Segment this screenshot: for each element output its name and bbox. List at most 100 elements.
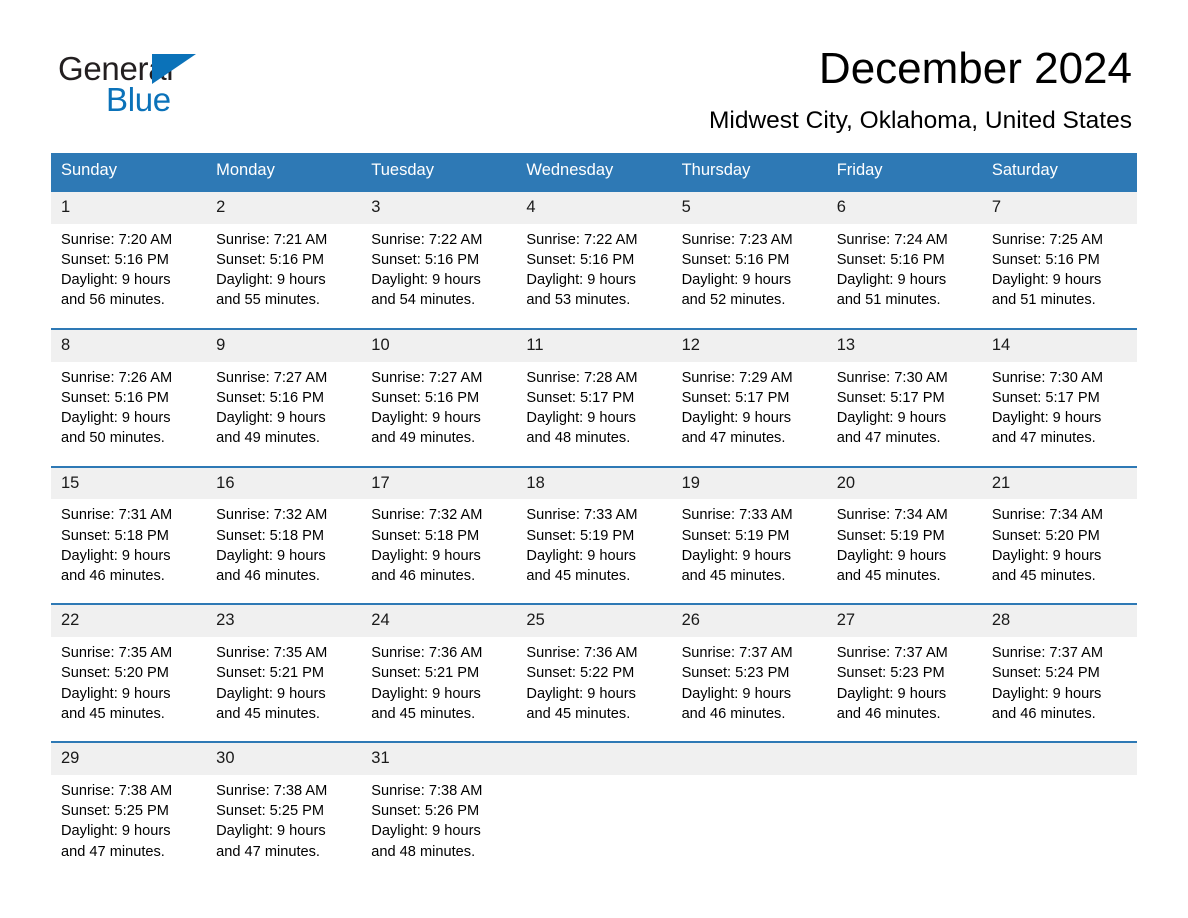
page-header: General Blue December 2024 Midwest City,… bbox=[0, 0, 1188, 135]
day-number[interactable]: 30 bbox=[206, 743, 361, 775]
day-cell[interactable]: Sunrise: 7:20 AM Sunset: 5:16 PM Dayligh… bbox=[51, 224, 206, 328]
day-cell[interactable]: Sunrise: 7:30 AM Sunset: 5:17 PM Dayligh… bbox=[982, 362, 1137, 466]
week-row: 15 16 17 18 19 20 21 Sunrise: 7:31 AM Su… bbox=[51, 465, 1137, 604]
sunrise-text: Sunrise: 7:27 AM bbox=[216, 369, 328, 386]
generalblue-logo[interactable]: General Blue bbox=[58, 46, 208, 116]
day-number[interactable]: 20 bbox=[827, 468, 982, 500]
daylight-text-line2: and 48 minutes. bbox=[526, 430, 631, 447]
sunset-text: Sunset: 5:16 PM bbox=[216, 251, 325, 268]
day-number[interactable]: 7 bbox=[982, 192, 1137, 224]
day-number[interactable]: 14 bbox=[982, 330, 1137, 362]
day-number[interactable]: 17 bbox=[361, 468, 516, 500]
daylight-text-line2: and 51 minutes. bbox=[991, 292, 1096, 309]
day-cell[interactable]: Sunrise: 7:22 AM Sunset: 5:16 PM Dayligh… bbox=[516, 224, 671, 328]
daylight-text-line2: and 46 minutes. bbox=[836, 705, 941, 722]
daylight-text-line1: Daylight: 9 hours bbox=[836, 272, 947, 289]
day-cell[interactable]: Sunrise: 7:32 AM Sunset: 5:18 PM Dayligh… bbox=[361, 499, 516, 603]
sunset-text: Sunset: 5:16 PM bbox=[991, 251, 1100, 268]
sunrise-text: Sunrise: 7:37 AM bbox=[681, 645, 793, 662]
day-cell[interactable]: Sunrise: 7:28 AM Sunset: 5:17 PM Dayligh… bbox=[516, 362, 671, 466]
day-number[interactable]: 23 bbox=[206, 605, 361, 637]
daylight-text-line2: and 51 minutes. bbox=[836, 292, 941, 309]
day-cell[interactable]: Sunrise: 7:38 AM Sunset: 5:25 PM Dayligh… bbox=[206, 775, 361, 879]
sunrise-text: Sunrise: 7:24 AM bbox=[836, 231, 948, 248]
day-cell[interactable]: Sunrise: 7:34 AM Sunset: 5:20 PM Dayligh… bbox=[982, 499, 1137, 603]
day-number[interactable]: 12 bbox=[672, 330, 827, 362]
day-cell[interactable]: Sunrise: 7:38 AM Sunset: 5:25 PM Dayligh… bbox=[51, 775, 206, 879]
day-number[interactable]: 25 bbox=[516, 605, 671, 637]
day-number[interactable]: 2 bbox=[206, 192, 361, 224]
daylight-text-line2: and 45 minutes. bbox=[61, 705, 165, 722]
day-cell[interactable]: Sunrise: 7:36 AM Sunset: 5:22 PM Dayligh… bbox=[516, 637, 671, 741]
day-number[interactable]: 9 bbox=[206, 330, 361, 362]
day-number[interactable]: 6 bbox=[827, 192, 982, 224]
day-number[interactable]: 24 bbox=[361, 605, 516, 637]
day-cell[interactable]: Sunrise: 7:26 AM Sunset: 5:16 PM Dayligh… bbox=[51, 362, 206, 466]
day-cell[interactable]: Sunrise: 7:36 AM Sunset: 5:21 PM Dayligh… bbox=[361, 637, 516, 741]
day-cell[interactable]: Sunrise: 7:33 AM Sunset: 5:19 PM Dayligh… bbox=[516, 499, 671, 603]
day-cell-empty bbox=[672, 775, 827, 879]
day-cell[interactable]: Sunrise: 7:23 AM Sunset: 5:16 PM Dayligh… bbox=[672, 224, 827, 328]
day-cell[interactable]: Sunrise: 7:27 AM Sunset: 5:16 PM Dayligh… bbox=[361, 362, 516, 466]
day-cell[interactable]: Sunrise: 7:37 AM Sunset: 5:23 PM Dayligh… bbox=[827, 637, 982, 741]
daylight-text-line1: Daylight: 9 hours bbox=[681, 272, 792, 289]
day-cell[interactable]: Sunrise: 7:37 AM Sunset: 5:23 PM Dayligh… bbox=[672, 637, 827, 741]
sunset-text: Sunset: 5:17 PM bbox=[836, 389, 945, 406]
day-cell[interactable]: Sunrise: 7:21 AM Sunset: 5:16 PM Dayligh… bbox=[206, 224, 361, 328]
sunrise-text: Sunrise: 7:22 AM bbox=[526, 231, 638, 248]
day-cell[interactable]: Sunrise: 7:31 AM Sunset: 5:18 PM Dayligh… bbox=[51, 499, 206, 603]
day-number[interactable]: 21 bbox=[982, 468, 1137, 500]
sunrise-text: Sunrise: 7:22 AM bbox=[371, 231, 483, 248]
day-number[interactable]: 1 bbox=[51, 192, 206, 224]
daylight-text-line2: and 45 minutes. bbox=[526, 705, 631, 722]
daylight-text-line2: and 47 minutes. bbox=[991, 430, 1096, 447]
sunset-text: Sunset: 5:16 PM bbox=[61, 389, 169, 406]
day-cell[interactable]: Sunrise: 7:30 AM Sunset: 5:17 PM Dayligh… bbox=[827, 362, 982, 466]
day-number[interactable]: 3 bbox=[361, 192, 516, 224]
day-cell[interactable]: Sunrise: 7:25 AM Sunset: 5:16 PM Dayligh… bbox=[982, 224, 1137, 328]
sunset-text: Sunset: 5:16 PM bbox=[836, 251, 945, 268]
day-cell[interactable]: Sunrise: 7:32 AM Sunset: 5:18 PM Dayligh… bbox=[206, 499, 361, 603]
daylight-text-line1: Daylight: 9 hours bbox=[526, 685, 636, 702]
sunset-text: Sunset: 5:21 PM bbox=[216, 665, 325, 682]
day-number[interactable]: 11 bbox=[516, 330, 671, 362]
week-daynum-band: 1 2 3 4 5 6 7 bbox=[51, 191, 1137, 224]
sunrise-text: Sunrise: 7:20 AM bbox=[61, 231, 173, 248]
day-cell[interactable]: Sunrise: 7:29 AM Sunset: 5:17 PM Dayligh… bbox=[672, 362, 827, 466]
day-cell[interactable]: Sunrise: 7:35 AM Sunset: 5:20 PM Dayligh… bbox=[51, 637, 206, 741]
day-number[interactable]: 26 bbox=[672, 605, 827, 637]
week-cell-row: Sunrise: 7:35 AM Sunset: 5:20 PM Dayligh… bbox=[51, 637, 1137, 742]
sunset-text: Sunset: 5:18 PM bbox=[371, 527, 480, 544]
sunrise-text: Sunrise: 7:38 AM bbox=[216, 782, 328, 799]
day-cell[interactable]: Sunrise: 7:24 AM Sunset: 5:16 PM Dayligh… bbox=[827, 224, 982, 328]
day-number[interactable]: 4 bbox=[516, 192, 671, 224]
day-number[interactable]: 19 bbox=[672, 468, 827, 500]
weekday-header-tuesday: Tuesday bbox=[371, 161, 434, 180]
day-number[interactable]: 5 bbox=[672, 192, 827, 224]
day-number[interactable]: 22 bbox=[51, 605, 206, 637]
day-number[interactable]: 13 bbox=[827, 330, 982, 362]
day-number[interactable]: 8 bbox=[51, 330, 206, 362]
day-cell[interactable]: Sunrise: 7:37 AM Sunset: 5:24 PM Dayligh… bbox=[982, 637, 1137, 741]
day-number[interactable]: 18 bbox=[516, 468, 671, 500]
day-number[interactable]: 15 bbox=[51, 468, 206, 500]
sunset-text: Sunset: 5:17 PM bbox=[526, 389, 635, 406]
day-cell[interactable]: Sunrise: 7:22 AM Sunset: 5:16 PM Dayligh… bbox=[361, 224, 516, 328]
day-number[interactable]: 31 bbox=[361, 743, 516, 775]
week-cell-row: Sunrise: 7:31 AM Sunset: 5:18 PM Dayligh… bbox=[51, 499, 1137, 604]
day-number[interactable]: 29 bbox=[51, 743, 206, 775]
day-cell[interactable]: Sunrise: 7:34 AM Sunset: 5:19 PM Dayligh… bbox=[827, 499, 982, 603]
daylight-text-line2: and 56 minutes. bbox=[61, 292, 165, 309]
daylight-text-line1: Daylight: 9 hours bbox=[61, 823, 171, 840]
day-number[interactable]: 28 bbox=[982, 605, 1137, 637]
day-cell[interactable]: Sunrise: 7:27 AM Sunset: 5:16 PM Dayligh… bbox=[206, 362, 361, 466]
day-number[interactable]: 10 bbox=[361, 330, 516, 362]
daylight-text-line1: Daylight: 9 hours bbox=[836, 547, 947, 564]
day-cell[interactable]: Sunrise: 7:33 AM Sunset: 5:19 PM Dayligh… bbox=[672, 499, 827, 603]
sunrise-text: Sunrise: 7:25 AM bbox=[991, 231, 1103, 248]
day-number[interactable]: 27 bbox=[827, 605, 982, 637]
day-number[interactable]: 16 bbox=[206, 468, 361, 500]
day-cell[interactable]: Sunrise: 7:35 AM Sunset: 5:21 PM Dayligh… bbox=[206, 637, 361, 741]
day-cell[interactable]: Sunrise: 7:38 AM Sunset: 5:26 PM Dayligh… bbox=[361, 775, 516, 879]
daylight-text-line2: and 52 minutes. bbox=[681, 292, 786, 309]
